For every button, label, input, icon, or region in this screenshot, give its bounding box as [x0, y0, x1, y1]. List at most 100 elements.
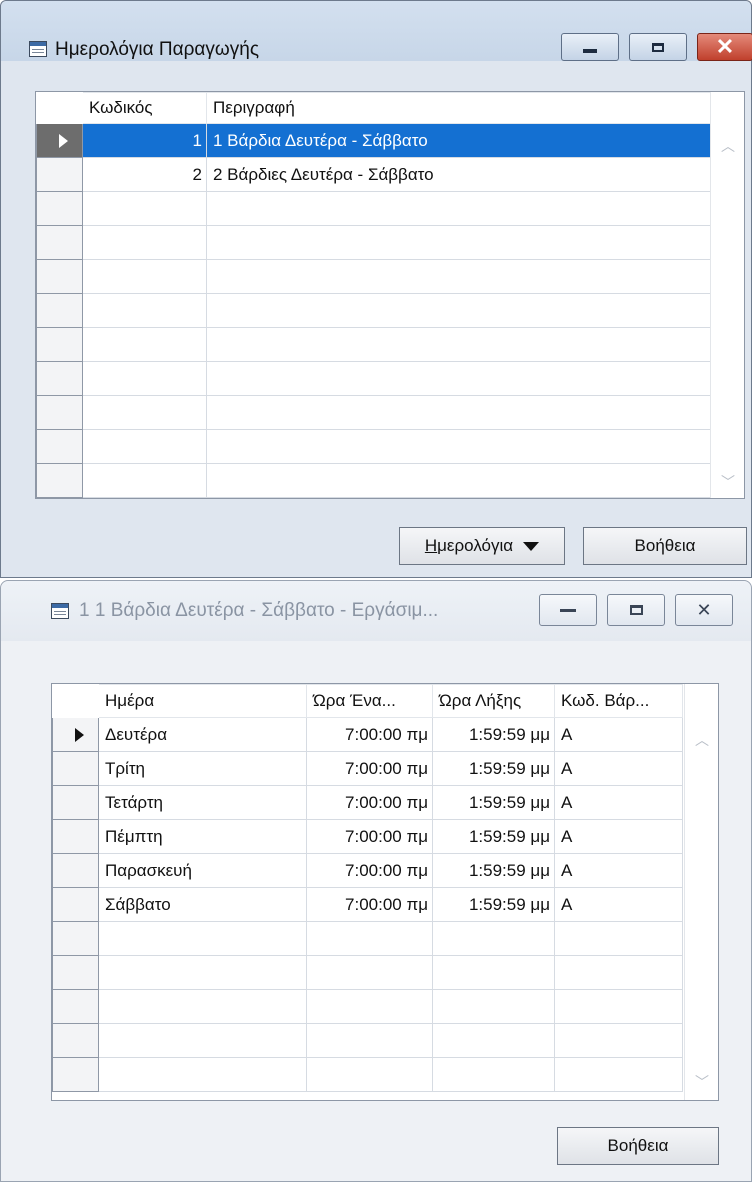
table-row[interactable]: Σάββατο 7:00:00 πμ 1:59:59 μμ Α	[52, 887, 683, 922]
empty-cell[interactable]	[432, 955, 555, 990]
cell-shift-code[interactable]: Α	[554, 887, 683, 922]
row-selector[interactable]	[36, 293, 83, 328]
row-selector[interactable]	[52, 785, 99, 820]
column-header-end-time[interactable]: Ώρα Λήξης	[432, 684, 555, 718]
row-selector[interactable]	[52, 819, 99, 854]
column-header-shift-code[interactable]: Κωδ. Βάρ...	[554, 684, 683, 718]
scroll-down-icon[interactable]: ﹀	[695, 1072, 709, 1092]
cell-day[interactable]: Σάββατο	[98, 887, 307, 922]
cell-end-time[interactable]: 1:59:59 μμ	[432, 751, 555, 786]
empty-cell[interactable]	[432, 1023, 555, 1058]
table-row[interactable]: Πέμπτη 7:00:00 πμ 1:59:59 μμ Α	[52, 819, 683, 854]
empty-cell[interactable]	[98, 1057, 307, 1092]
scroll-up-icon[interactable]: ︿	[695, 730, 709, 750]
scroll-up-icon[interactable]: ︿	[721, 136, 735, 156]
cell-shift-code[interactable]: Α	[554, 751, 683, 786]
empty-cell[interactable]	[432, 1057, 555, 1092]
empty-cell[interactable]	[206, 259, 711, 294]
empty-cell[interactable]	[82, 361, 207, 396]
row-selector[interactable]	[36, 327, 83, 362]
empty-cell[interactable]	[98, 955, 307, 990]
empty-row[interactable]	[36, 327, 711, 362]
table-row[interactable]: Τρίτη 7:00:00 πμ 1:59:59 μμ Α	[52, 751, 683, 786]
empty-cell[interactable]	[432, 921, 555, 956]
row-selector[interactable]	[52, 751, 99, 786]
cell-end-time[interactable]: 1:59:59 μμ	[432, 785, 555, 820]
maximize-button[interactable]	[629, 33, 687, 61]
empty-cell[interactable]	[82, 327, 207, 362]
empty-cell[interactable]	[82, 259, 207, 294]
empty-row[interactable]	[36, 395, 711, 430]
cell-description[interactable]: 2 Βάρδιες Δευτέρα - Σάββατο	[206, 157, 711, 192]
empty-cell[interactable]	[82, 225, 207, 260]
close-button[interactable]: ✕	[697, 33, 752, 61]
empty-row[interactable]	[52, 989, 683, 1024]
empty-cell[interactable]	[432, 989, 555, 1024]
vertical-scrollbar[interactable]: ︿ ﹀	[684, 684, 718, 1100]
row-selector[interactable]	[36, 191, 83, 226]
cell-description[interactable]: 1 Βάρδια Δευτέρα - Σάββατο	[206, 123, 711, 158]
row-selector[interactable]	[36, 157, 83, 192]
empty-cell[interactable]	[98, 921, 307, 956]
cell-start-time[interactable]: 7:00:00 πμ	[306, 785, 433, 820]
empty-cell[interactable]	[306, 1057, 433, 1092]
cell-end-time[interactable]: 1:59:59 μμ	[432, 887, 555, 922]
empty-cell[interactable]	[306, 1023, 433, 1058]
cell-code[interactable]: 2	[82, 157, 207, 192]
window-titlebar[interactable]: Ημερολόγια Παραγωγής ✕	[1, 1, 752, 61]
empty-cell[interactable]	[206, 327, 711, 362]
column-header-start-time[interactable]: Ώρα Ένα...	[306, 684, 433, 718]
empty-row[interactable]	[36, 293, 711, 328]
empty-row[interactable]	[36, 259, 711, 294]
window-titlebar[interactable]: 1 1 Βάρδια Δευτέρα - Σάββατο - Εργάσιμ..…	[1, 581, 751, 641]
cell-start-time[interactable]: 7:00:00 πμ	[306, 887, 433, 922]
cell-shift-code[interactable]: Α	[554, 717, 683, 752]
minimize-button[interactable]	[539, 594, 597, 626]
empty-row[interactable]	[52, 1023, 683, 1058]
empty-row[interactable]	[36, 463, 711, 498]
cell-shift-code[interactable]: Α	[554, 819, 683, 854]
empty-cell[interactable]	[306, 989, 433, 1024]
cell-start-time[interactable]: 7:00:00 πμ	[306, 819, 433, 854]
empty-row[interactable]	[36, 429, 711, 464]
empty-cell[interactable]	[82, 191, 207, 226]
maximize-button[interactable]	[607, 594, 665, 626]
calendars-grid[interactable]: Κωδικός Περιγραφή 1 1 Βάρδια Δευτέρα - Σ…	[35, 91, 745, 499]
empty-cell[interactable]	[82, 293, 207, 328]
column-header-code[interactable]: Κωδικός	[82, 92, 207, 124]
empty-cell[interactable]	[206, 225, 711, 260]
row-selector[interactable]	[52, 1057, 99, 1092]
table-row[interactable]: 2 2 Βάρδιες Δευτέρα - Σάββατο	[36, 157, 711, 192]
row-selector[interactable]	[52, 887, 99, 922]
empty-cell[interactable]	[306, 955, 433, 990]
empty-cell[interactable]	[82, 429, 207, 464]
table-row[interactable]: Δευτέρα 7:00:00 πμ 1:59:59 μμ Α	[52, 717, 683, 752]
empty-cell[interactable]	[554, 989, 683, 1024]
help-button[interactable]: Βοήθεια	[557, 1127, 719, 1165]
empty-cell[interactable]	[206, 293, 711, 328]
row-selector[interactable]	[36, 463, 83, 498]
cell-end-time[interactable]: 1:59:59 μμ	[432, 853, 555, 888]
empty-cell[interactable]	[82, 395, 207, 430]
column-header-day[interactable]: Ημέρα	[98, 684, 307, 718]
cell-day[interactable]: Τρίτη	[98, 751, 307, 786]
empty-cell[interactable]	[206, 395, 711, 430]
empty-row[interactable]	[36, 191, 711, 226]
row-selector[interactable]	[52, 955, 99, 990]
row-selector[interactable]	[52, 717, 99, 752]
cell-day[interactable]: Παρασκευή	[98, 853, 307, 888]
row-selector[interactable]	[36, 429, 83, 464]
empty-cell[interactable]	[554, 1057, 683, 1092]
cell-start-time[interactable]: 7:00:00 πμ	[306, 853, 433, 888]
cell-end-time[interactable]: 1:59:59 μμ	[432, 717, 555, 752]
scroll-down-icon[interactable]: ﹀	[721, 472, 735, 492]
cell-shift-code[interactable]: Α	[554, 853, 683, 888]
empty-cell[interactable]	[554, 955, 683, 990]
cell-code[interactable]: 1	[82, 123, 207, 158]
cell-day[interactable]: Πέμπτη	[98, 819, 307, 854]
row-selector[interactable]	[52, 921, 99, 956]
close-button[interactable]: ✕	[675, 594, 733, 626]
empty-cell[interactable]	[206, 191, 711, 226]
empty-row[interactable]	[36, 361, 711, 396]
calendars-menu-button[interactable]: Ημερολόγια	[399, 527, 565, 565]
